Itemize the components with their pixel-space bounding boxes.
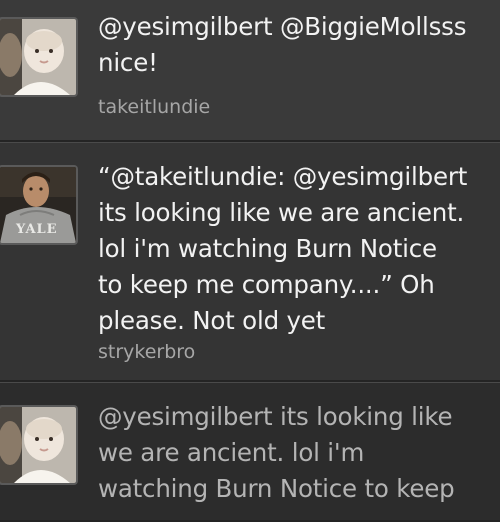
avatar[interactable]: YALE [0, 167, 76, 243]
tweet-text: @yesimgilbert its looking like we are an… [98, 402, 455, 503]
tweet-item[interactable]: YALE “@takeitlundie: @yesimgilbert its l… [0, 142, 500, 382]
tweet-item[interactable]: @yesimgilbert its looking like we are an… [0, 382, 500, 522]
tweet-item[interactable]: @yesimgilbert @BiggieMollsss nice! takei… [0, 0, 500, 142]
avatar[interactable] [0, 407, 76, 483]
tweet-username[interactable]: strykerbro [98, 340, 195, 364]
tweet-timeline[interactable]: @yesimgilbert @BiggieMollsss nice! takei… [0, 0, 500, 522]
baby-photo-icon [0, 407, 76, 483]
avatar[interactable] [0, 19, 76, 95]
baby-photo-icon [0, 19, 76, 95]
tweet-username[interactable]: takeitlundie [98, 95, 210, 119]
tweet-text: @yesimgilbert @BiggieMollsss nice! [98, 12, 467, 77]
man-in-yale-hoodie-photo-icon: YALE [0, 167, 76, 243]
tweet-text: “@takeitlundie: @yesimgilbert its lookin… [98, 162, 468, 335]
svg-text:YALE: YALE [15, 222, 58, 237]
